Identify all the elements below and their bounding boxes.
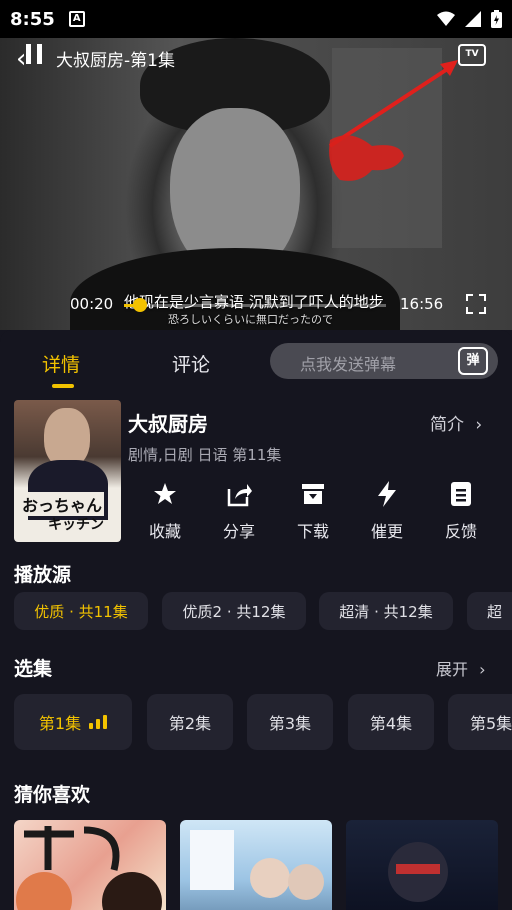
recommend-card[interactable] — [180, 820, 332, 910]
annotation-arrow — [328, 60, 458, 181]
episode-list: 第1集 第2集 第3集 第4集 第5集 — [14, 694, 512, 750]
wifi-icon — [437, 11, 455, 26]
video-player[interactable]: ‹ 大叔厨房-第1集 TV 00:20 他现在是少言寡语 沉默到了吓人的地步 恐… — [0, 38, 512, 330]
video-title: 大叔厨房-第1集 — [56, 51, 175, 71]
episode-item[interactable]: 第3集 — [247, 694, 333, 750]
feedback-icon — [451, 482, 471, 506]
source-chip[interactable]: 超清 · 共12集 — [319, 592, 453, 630]
back-button[interactable]: ‹ — [16, 44, 26, 74]
source-list: 优质 · 共11集 优质2 · 共12集 超清 · 共12集 超 — [14, 592, 512, 630]
expand-label: 展开 — [436, 660, 469, 679]
danmu-input[interactable]: 点我发送弹幕 弹 — [270, 343, 498, 379]
recommend-card[interactable] — [346, 820, 498, 910]
duration: 16:56 — [400, 295, 444, 313]
episode-item[interactable]: 第2集 — [147, 694, 233, 750]
episodes-title: 选集 — [14, 658, 53, 680]
status-icons — [437, 10, 502, 28]
recommend-poster-art — [388, 842, 448, 902]
chevron-right-icon: › — [475, 415, 483, 435]
show-title: 大叔厨房 — [128, 412, 208, 436]
poster-title-line-1: おっちゃん — [20, 492, 105, 516]
action-row: 收藏 分享 下载 催更 反馈 — [128, 478, 498, 542]
pause-button[interactable] — [26, 44, 44, 64]
show-poster[interactable]: おっちゃん キッチン — [14, 400, 121, 542]
episode-item[interactable]: 第4集 — [348, 694, 434, 750]
cast-tv-button[interactable]: TV — [458, 44, 486, 66]
source-chip[interactable]: 超 — [467, 592, 512, 630]
episode-item[interactable]: 第1集 — [14, 694, 132, 750]
episode-label: 第1集 — [38, 714, 82, 733]
favorite-button[interactable]: 收藏 — [128, 478, 202, 542]
tab-details[interactable]: 详情 — [42, 350, 80, 377]
recommend-poster-art — [190, 830, 324, 900]
notification-icon: A — [68, 11, 85, 27]
battery-icon — [491, 10, 502, 28]
subtitle-text-jp: 恐ろしいくらいに無口だったので — [168, 313, 333, 326]
intro-label: 简介 — [430, 415, 464, 435]
intro-link[interactable]: 简介 › — [430, 410, 482, 435]
episode-item[interactable]: 第5集 — [448, 694, 512, 750]
star-icon — [154, 483, 176, 504]
show-meta: 剧情,日剧 日语 第11集 — [128, 446, 282, 464]
share-label: 分享 — [222, 522, 255, 541]
current-time: 00:20 — [70, 295, 114, 313]
subtitle-text: 他现在是少言寡语 沉默到了吓人的地步 — [124, 293, 384, 311]
poster-title-line-2: キッチン — [48, 517, 104, 533]
status-time: 8:55 — [10, 8, 55, 30]
fullscreen-icon[interactable] — [466, 294, 486, 314]
recommend-title: 猜你喜欢 — [14, 784, 91, 806]
progress-handle[interactable] — [133, 298, 147, 312]
danmu-toggle-button[interactable]: 弹 — [458, 347, 488, 375]
expand-link[interactable]: 展开 › — [436, 656, 486, 680]
status-bar: 8:55 A — [0, 0, 512, 38]
lightning-icon — [378, 481, 396, 507]
recommend-card[interactable] — [14, 820, 166, 910]
tab-indicator — [52, 384, 74, 388]
download-button[interactable]: 下载 — [276, 478, 350, 542]
source-chip[interactable]: 优质 · 共11集 — [14, 592, 148, 630]
request-update-button[interactable]: 催更 — [350, 478, 424, 542]
signal-icon — [465, 11, 481, 27]
share-button[interactable]: 分享 — [202, 478, 276, 542]
chevron-right-icon: › — [479, 660, 486, 679]
source-chip[interactable]: 优质2 · 共12集 — [162, 592, 306, 630]
recommend-list — [14, 820, 512, 910]
request-update-label: 催更 — [370, 522, 403, 541]
download-icon — [302, 484, 324, 504]
share-icon — [227, 484, 252, 507]
recommend-poster-art — [16, 826, 162, 910]
poster-figure-face — [44, 408, 90, 468]
download-label: 下载 — [296, 522, 329, 541]
danmu-placeholder: 点我发送弹幕 — [300, 355, 397, 374]
feedback-label: 反馈 — [444, 522, 477, 541]
favorite-label: 收藏 — [148, 522, 181, 541]
sources-title: 播放源 — [14, 564, 72, 586]
playing-indicator-icon — [89, 715, 108, 729]
tab-comments[interactable]: 评论 — [172, 350, 210, 377]
progress-bar[interactable] — [124, 298, 386, 312]
feedback-button[interactable]: 反馈 — [424, 478, 498, 542]
